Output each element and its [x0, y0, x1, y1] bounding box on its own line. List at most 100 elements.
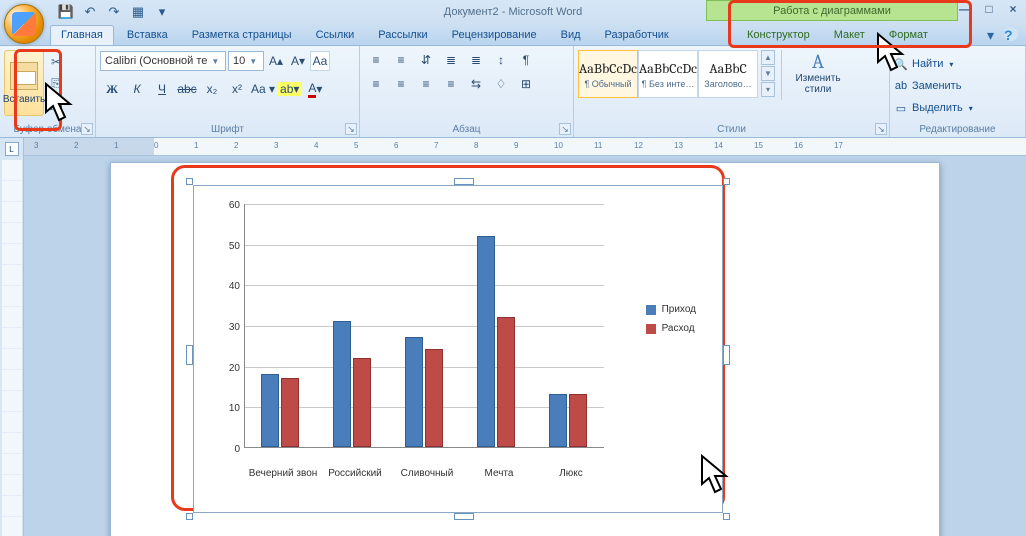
context-tab-макет[interactable]: Макет: [823, 25, 876, 45]
ruler-tick: 3: [34, 141, 38, 150]
format-painter-button[interactable]: 🖌: [46, 95, 66, 113]
ruler-tick: 6: [394, 141, 398, 150]
tab-главная[interactable]: Главная: [50, 25, 114, 45]
tab-ссылки[interactable]: Ссылки: [305, 25, 366, 45]
tab-рецензирование[interactable]: Рецензирование: [441, 25, 548, 45]
bar-Приход-0[interactable]: [261, 374, 279, 447]
minimize-button[interactable]: —: [956, 2, 974, 16]
paragraph-btn-top-0[interactable]: ≡: [364, 50, 388, 70]
paragraph-btn-bottom-1[interactable]: ≡: [389, 74, 413, 94]
styles-dialog-launcher[interactable]: ↘: [875, 123, 887, 135]
paste-button[interactable]: Вставить: [4, 50, 44, 116]
bold-button[interactable]: Ж: [100, 79, 124, 99]
paragraph-btn-top-1[interactable]: ≡: [389, 50, 413, 70]
chart-object[interactable]: Вечерний звонРоссийскийСливочныйМечтаЛюк…: [193, 185, 723, 513]
bar-Приход-1[interactable]: [333, 321, 351, 447]
document-area[interactable]: Вечерний звонРоссийскийСливочныйМечтаЛюк…: [24, 156, 1026, 536]
redo-icon[interactable]: ↷: [106, 4, 122, 20]
paragraph-dialog-launcher[interactable]: ↘: [559, 123, 571, 135]
bar-Расход-2[interactable]: [425, 349, 443, 447]
style-gallery-scroll[interactable]: ▲▼▾: [761, 50, 775, 97]
y-tick-label: 50: [218, 241, 240, 252]
ruler-origin-box[interactable]: L: [5, 142, 19, 156]
grow-font-button[interactable]: A▴: [266, 51, 286, 71]
group-clipboard: Вставить ✂ ⎘ 🖌 Буфер обмена ↘: [0, 46, 96, 137]
ruler-tick: 9: [514, 141, 518, 150]
select-button[interactable]: ▭Выделить▾: [894, 98, 973, 118]
select-label: Выделить: [912, 102, 963, 114]
style-tile-1[interactable]: AaBbCcDc¶ Без инте…: [638, 50, 698, 98]
x-tick-label: Люкс: [535, 468, 607, 479]
ruler-tick: 17: [834, 141, 843, 150]
close-button[interactable]: ×: [1004, 2, 1022, 16]
font-family-combo[interactable]: Calibri (Основной те▼: [100, 51, 226, 71]
italic-button[interactable]: К: [125, 79, 149, 99]
tab-разработчик[interactable]: Разработчик: [594, 25, 680, 45]
paragraph-btn-top-5[interactable]: ↕: [489, 50, 513, 70]
style-tile-2[interactable]: AaBbCЗаголово…: [698, 50, 758, 98]
find-button[interactable]: 🔍Найти▾: [894, 54, 953, 74]
context-tab-формат[interactable]: Формат: [878, 25, 939, 45]
bar-Приход-4[interactable]: [549, 394, 567, 447]
paragraph-btn-bottom-2[interactable]: ≡: [414, 74, 438, 94]
paragraph-btn-bottom-5[interactable]: ♢: [489, 74, 513, 94]
subscript-button[interactable]: x₂: [200, 79, 224, 99]
bar-Приход-2[interactable]: [405, 337, 423, 447]
paragraph-btn-top-6[interactable]: ¶: [514, 50, 538, 70]
bar-Расход-3[interactable]: [497, 317, 515, 447]
y-tick-label: 10: [218, 403, 240, 414]
ribbon-tabs: ГлавнаяВставкаРазметка страницыСсылкиРас…: [0, 24, 1026, 46]
bar-Расход-0[interactable]: [281, 378, 299, 447]
paragraph-btn-top-4[interactable]: ≣: [464, 50, 488, 70]
paragraph-btn-top-2[interactable]: ⇵: [414, 50, 438, 70]
ruler-tick: 16: [794, 141, 803, 150]
ribbon-minimize-icon[interactable]: ▾: [987, 27, 994, 44]
office-button[interactable]: [4, 4, 44, 44]
underline-button[interactable]: Ч: [150, 79, 174, 99]
tab-разметка страницы[interactable]: Разметка страницы: [181, 25, 303, 45]
font-color-button[interactable]: A ▾: [303, 79, 327, 99]
bar-Расход-1[interactable]: [353, 358, 371, 447]
paragraph-btn-bottom-0[interactable]: ≡: [364, 74, 388, 94]
context-tab-конструктор[interactable]: Конструктор: [736, 25, 821, 45]
change-styles-label: Изменить стили: [795, 73, 840, 95]
group-styles: AaBbCcDc¶ ОбычныйAaBbCcDc¶ Без инте…AaBb…: [574, 46, 890, 137]
tab-вид[interactable]: Вид: [550, 25, 592, 45]
paragraph-btn-bottom-3[interactable]: ≡: [439, 74, 463, 94]
help-icon[interactable]: ?: [1004, 27, 1018, 41]
clear-formatting-button[interactable]: Aa: [310, 51, 330, 71]
clipboard-dialog-launcher[interactable]: ↘: [81, 123, 93, 135]
vertical-ruler[interactable]: [2, 160, 22, 536]
bar-Приход-3[interactable]: [477, 236, 495, 447]
bar-Расход-4[interactable]: [569, 394, 587, 447]
select-icon: ▭: [894, 102, 908, 115]
paragraph-btn-bottom-4[interactable]: ⇆: [464, 74, 488, 94]
copy-button[interactable]: ⎘: [46, 74, 66, 92]
font-dialog-launcher[interactable]: ↘: [345, 123, 357, 135]
save-icon[interactable]: 💾: [58, 4, 74, 20]
shrink-font-button[interactable]: A▾: [288, 51, 308, 71]
paste-label: Вставить: [3, 94, 45, 105]
change-styles-button[interactable]: A Изменить стили: [788, 50, 848, 95]
horizontal-ruler[interactable]: 32101234567891011121314151617: [24, 138, 1026, 156]
case-button[interactable]: Aa ▾: [250, 79, 276, 99]
undo-icon[interactable]: ↶: [82, 4, 98, 20]
group-paragraph: ≡≡⇵≣≣↕¶ ≡≡≡≡⇆♢⊞ Абзац ↘: [360, 46, 574, 137]
replace-button[interactable]: abЗаменить: [894, 76, 961, 96]
tab-вставка[interactable]: Вставка: [116, 25, 179, 45]
cut-button[interactable]: ✂: [46, 53, 66, 71]
highlight-button[interactable]: ab▾: [277, 79, 302, 99]
ruler-tick: 10: [554, 141, 563, 150]
tab-рассылки[interactable]: Рассылки: [367, 25, 438, 45]
maximize-button[interactable]: □: [980, 2, 998, 16]
ruler-tick: 3: [274, 141, 278, 150]
qat-more-icon[interactable]: ▾: [154, 4, 170, 20]
font-size-value: 10: [233, 55, 245, 67]
strike-button[interactable]: abc: [175, 79, 199, 99]
paragraph-btn-bottom-6[interactable]: ⊞: [514, 74, 538, 94]
paragraph-btn-top-3[interactable]: ≣: [439, 50, 463, 70]
superscript-button[interactable]: x²: [225, 79, 249, 99]
font-size-combo[interactable]: 10▼: [228, 51, 264, 71]
grid-icon[interactable]: ▦: [130, 4, 146, 20]
style-tile-0[interactable]: AaBbCcDc¶ Обычный: [578, 50, 638, 98]
